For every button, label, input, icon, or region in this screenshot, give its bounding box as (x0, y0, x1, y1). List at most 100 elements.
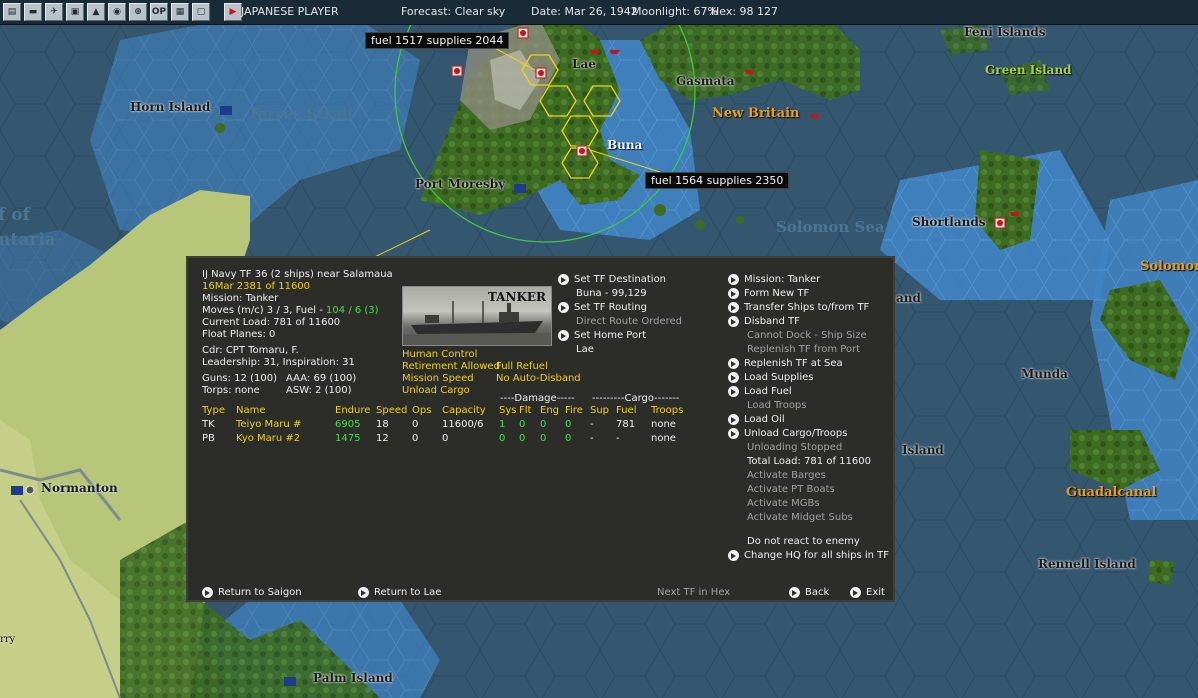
arrow-icon (358, 586, 369, 598)
column-header[interactable]: Eng (540, 404, 559, 418)
air-icon[interactable]: ✈ (45, 3, 63, 21)
buna-supply-callout: fuel 1564 supplies 2350 (645, 172, 790, 189)
moonlight-label: Moonlight: 67% (632, 5, 718, 18)
column-header[interactable]: Ops (412, 404, 431, 418)
command-load-fuel[interactable]: Load Fuel (728, 385, 792, 399)
command-load-oil[interactable]: Load Oil (728, 413, 785, 427)
grid-icon[interactable]: ⊕ (129, 3, 147, 21)
terrain-icon[interactable]: ▲ (87, 3, 105, 21)
column-header[interactable]: Troops (651, 404, 683, 418)
command-label: Load Oil (744, 414, 785, 425)
arrow-icon (728, 273, 739, 285)
command-label: Load Fuel (744, 386, 792, 397)
cell-name[interactable]: Teiyo Maru # (236, 418, 301, 432)
ground-icon[interactable]: ▬ (24, 3, 42, 21)
cell-fuel: - (616, 433, 620, 444)
task-force-panel: IJ Navy TF 36 (2 ships) near Salamaua 16… (186, 256, 895, 602)
map-label-rennell-island[interactable]: Rennell Island (1038, 557, 1136, 571)
home-port-value: Lae (576, 344, 594, 355)
command-activate-mgb: Activate MGBs (747, 497, 820, 511)
command-change-hq[interactable]: Change HQ for all ships in TF (728, 549, 889, 563)
command-no-react[interactable]: Do not react to enemy (747, 535, 860, 549)
tf-fuel-value: 104 / 6 (3) (326, 305, 379, 316)
command-load-supplies[interactable]: Load Supplies (728, 371, 813, 385)
column-header[interactable]: Flt (519, 404, 531, 418)
map-label-lae[interactable]: Lae (572, 57, 596, 71)
tf-moves-label: Moves (m/c) 3 / 3, Fuel - (202, 305, 327, 316)
tf-leadership: Leadership: 31, Inspiration: 31 (202, 357, 355, 368)
map-label-shortlands[interactable]: Shortlands (912, 215, 985, 229)
map-icon[interactable]: ▤ (3, 3, 21, 21)
column-header[interactable]: Sys (499, 404, 516, 418)
hex-label: Hex: 98 127 (711, 5, 779, 18)
set-destination-button[interactable]: Set TF Destination (558, 273, 666, 287)
end-turn-icon[interactable]: ▶ (224, 3, 242, 21)
cell-sys: 1 (499, 419, 506, 430)
command-form-new[interactable]: Form New TF (728, 287, 809, 301)
command-load-troops: Load Troops (747, 399, 807, 413)
column-header[interactable]: Speed (376, 404, 407, 418)
command-label: Do not react to enemy (747, 536, 860, 547)
arrow-icon (558, 301, 569, 313)
arrow-icon (728, 385, 739, 397)
cell-name[interactable]: Kyo Maru #2 (236, 432, 300, 446)
ship-class-photo: TANKER (402, 286, 552, 346)
map-label-and: and (896, 291, 921, 305)
option-unload-cargo[interactable]: Unload Cargo (402, 384, 470, 398)
cell-speed: 12 (376, 433, 389, 444)
column-header[interactable]: Name (236, 404, 266, 418)
map-label-port-moresby[interactable]: Port Moresby (415, 177, 505, 191)
exit-button[interactable]: Exit (850, 586, 885, 600)
map-label-gasmata[interactable]: Gasmata (676, 74, 735, 88)
destination-value: Buna - 99,129 (576, 288, 647, 299)
command-mission[interactable]: Mission: Tanker (728, 273, 820, 287)
back-button[interactable]: Back (789, 586, 829, 600)
op-icon[interactable]: OP (150, 3, 168, 21)
return-lae-button[interactable]: Return to Lae (358, 586, 441, 600)
option-no-auto-disband[interactable]: No Auto-Disband (496, 372, 581, 386)
command-unload-cargo[interactable]: Unload Cargo/Troops (728, 427, 847, 441)
cell-sup: - (590, 433, 594, 444)
arrow-icon (728, 357, 739, 369)
lae-supply-callout: fuel 1517 supplies 2044 (365, 32, 510, 49)
map-label-normanton[interactable]: Normanton (41, 481, 118, 495)
command-disband[interactable]: Disband TF (728, 315, 800, 329)
tf-float-planes: Float Planes: 0 (202, 329, 276, 340)
command-transfer[interactable]: Transfer Ships to/from TF (728, 301, 869, 315)
base-icon[interactable]: ▣ (66, 3, 84, 21)
map-label-feni-islands[interactable]: Feni Islands (964, 25, 1046, 39)
report-icon[interactable]: ▦ (171, 3, 189, 21)
next-tf-button[interactable]: Next TF in Hex (657, 586, 730, 600)
cell-fuel: 781 (616, 419, 636, 430)
tf-asw: ASW: 2 (100) (286, 385, 352, 396)
column-header[interactable]: Type (202, 404, 225, 418)
column-header[interactable]: Endure (335, 404, 370, 418)
command-label: Activate Barges (747, 470, 826, 481)
column-header[interactable]: Fuel (616, 404, 636, 418)
command-replenish-sea[interactable]: Replenish TF at Sea (728, 357, 843, 371)
map-label-palm-island[interactable]: Palm Island (313, 671, 393, 685)
return-saigon-button[interactable]: Return to Saigon (202, 586, 302, 600)
window-icon[interactable]: ▢ (192, 3, 210, 21)
command-label: Cannot Dock - Ship Size (747, 330, 867, 341)
cell-endure: 6905 (335, 419, 361, 430)
map-label-buna[interactable]: Buna (607, 138, 642, 152)
set-home-port-button[interactable]: Set Home Port (558, 329, 646, 343)
cell-capacity: 11600/6 (442, 419, 484, 430)
set-routing-button[interactable]: Set TF Routing (558, 301, 647, 315)
cell-eng: 0 (540, 433, 547, 444)
map-label-horn-island[interactable]: Horn Island (130, 100, 210, 114)
cell-type: PB (202, 433, 215, 444)
column-header[interactable]: Capacity (442, 404, 486, 418)
command-cannot-dock: Cannot Dock - Ship Size (747, 329, 867, 343)
command-label: Replenish TF at Sea (744, 358, 843, 369)
globe-icon[interactable]: ◉ (108, 3, 126, 21)
command-total-load[interactable]: Total Load: 781 of 11600 (747, 455, 871, 469)
exit-label: Exit (866, 587, 885, 598)
column-header[interactable]: Sup (590, 404, 609, 418)
command-label: Activate MGBs (747, 498, 820, 509)
map-label-green-island[interactable]: Green Island (985, 63, 1072, 77)
map-label-munda[interactable]: Munda (1021, 367, 1068, 381)
cell-flt: 0 (519, 433, 526, 444)
column-header[interactable]: Fire (565, 404, 583, 418)
